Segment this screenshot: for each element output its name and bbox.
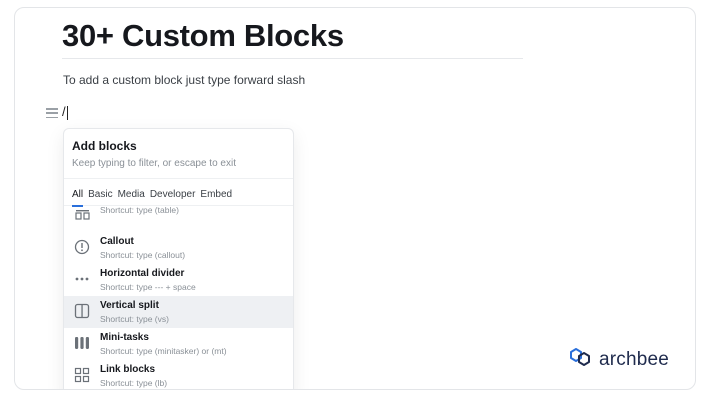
drag-handle-icon[interactable] [46,108,58,118]
slash-command-text[interactable]: / [62,104,66,119]
tab-media[interactable]: Media [118,185,145,200]
block-item-mini-tasks[interactable]: Mini-tasks Shortcut: type (minitasker) o… [64,328,293,360]
block-shortcut: Shortcut: type (minitasker) or (mt) [100,346,227,356]
editor-canvas: 30+ Custom Blocks To add a custom block … [14,7,696,390]
tab-developer[interactable]: Developer [150,185,196,200]
tab-basic[interactable]: Basic [88,185,112,200]
block-name: Horizontal divider [100,268,185,279]
title-divider [62,58,523,59]
block-shortcut: Shortcut: type --- + space [100,282,196,292]
block-shortcut: Shortcut: type (table) [100,205,179,215]
split-columns-icon [72,301,92,321]
block-item-table[interactable]: Shortcut: type (table) [64,200,293,232]
block-item-link-blocks[interactable]: Link blocks Shortcut: type (lb) [64,360,293,389]
tab-embed[interactable]: Embed [200,185,232,200]
grid-icon [72,365,92,385]
block-shortcut: Shortcut: type (vs) [100,314,169,324]
block-item-callout[interactable]: Callout Shortcut: type (callout) [64,232,293,264]
block-name: Vertical split [100,300,159,311]
brand-logo: archbee [567,346,669,373]
text-caret [67,106,68,120]
dots-horizontal-icon [72,269,92,289]
block-shortcut: Shortcut: type (callout) [100,250,186,260]
brand-name: archbee [599,348,670,370]
block-name: Link blocks [100,364,156,375]
block-list: Shortcut: type (table) Callout Shortcut:… [64,200,293,389]
alert-circle-icon [72,237,92,257]
add-blocks-menu: Add blocks Keep typing to filter, or esc… [63,128,294,389]
block-shortcut: Shortcut: type (lb) [100,378,168,388]
tab-all[interactable]: All [72,185,84,207]
table-icon [72,205,92,225]
archbee-logo-icon [567,346,593,373]
block-name: Callout [100,236,134,247]
menu-title: Add blocks [72,139,137,153]
bars-icon [72,333,92,353]
intro-paragraph: To add a custom block just type forward … [63,73,306,87]
block-item-horizontal-divider[interactable]: Horizontal divider Shortcut: type --- + … [64,264,293,296]
block-name: Mini-tasks [100,332,149,343]
page-title: 30+ Custom Blocks [62,18,344,53]
block-item-vertical-split[interactable]: Vertical split Shortcut: type (vs) [64,296,293,328]
menu-subtitle: Keep typing to filter, or escape to exit [72,158,236,169]
